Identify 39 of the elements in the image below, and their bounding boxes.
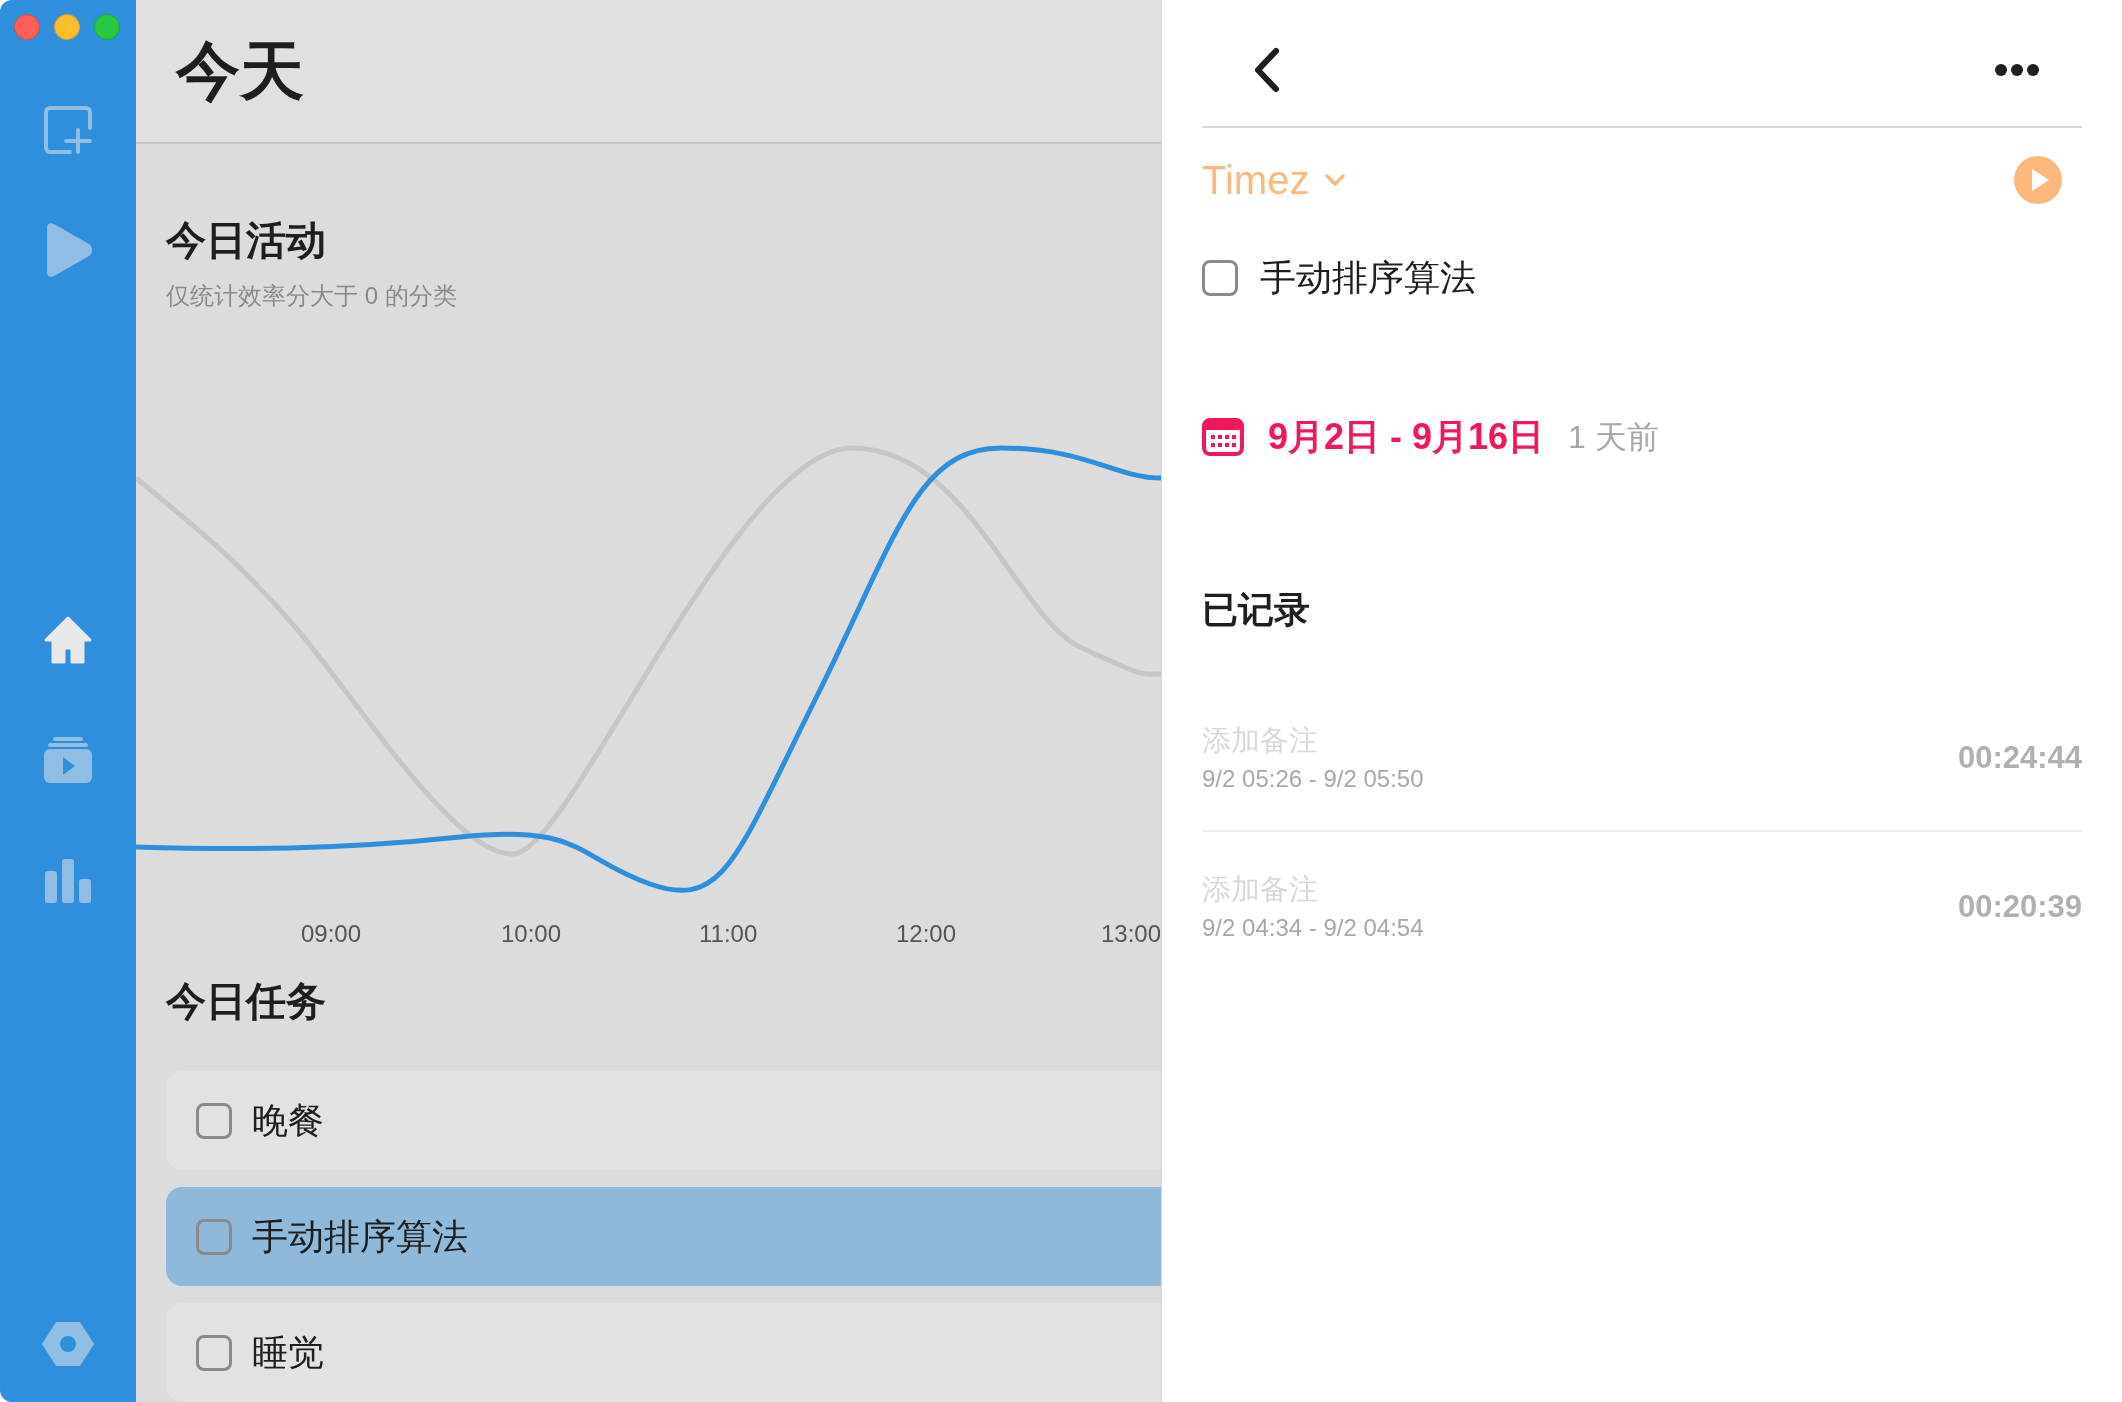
play-button[interactable] [2014,156,2062,204]
date-range[interactable]: 9月2日 - 9月16日 [1268,419,1545,455]
task-title: 手动排序算法 [1260,260,1476,296]
checkbox[interactable] [196,1102,232,1139]
checkbox[interactable] [196,1218,232,1255]
back-icon[interactable] [1252,47,1280,93]
axis-label: 10:00 [501,922,562,946]
checkbox[interactable] [1202,260,1238,296]
task-title: 睡觉 [252,1334,324,1371]
chevron-down-icon [1325,174,1346,186]
axis-label: 13:00 [1100,922,1161,946]
axis-label: 11:00 [699,922,758,946]
checkbox[interactable] [196,1334,232,1371]
task-row[interactable]: 手动排序算法 [166,1187,1161,1286]
time-range: 9/2 05:26 - 9/2 05:50 [1202,766,1425,791]
section-title: 今日任务 [166,981,327,1021]
minimize-window-button[interactable] [54,14,80,40]
section-title: 今日活动 [166,220,327,260]
add-task-icon[interactable] [42,104,94,156]
record-duration: 00:24:44 [1957,741,2082,773]
zoom-window-button[interactable] [94,14,120,40]
close-window-button[interactable] [14,14,40,40]
media-library-icon[interactable] [43,735,93,785]
more-icon[interactable] [1994,63,2040,77]
home-icon[interactable] [43,616,93,664]
relative-time: 1 天前 [1568,421,1659,453]
task-row[interactable]: 晚餐 [166,1071,1161,1170]
section-title: 已记录 [1202,592,1311,628]
axis-label: 09:00 [301,922,362,946]
task-title: 手动排序算法 [252,1218,468,1255]
section-subtitle: 仅统计效率分大于 0 的分类 [166,284,458,308]
settings-icon[interactable] [41,1320,95,1368]
axis-label: 12:00 [896,922,957,946]
time-range: 9/2 04:34 - 9/2 04:54 [1202,915,1425,940]
task-title: 晚餐 [252,1102,324,1139]
record-duration: 00:20:39 [1957,890,2082,922]
task-row[interactable]: 睡觉 [166,1303,1161,1402]
calendar-icon [1202,418,1244,456]
page-title: 今天 [176,39,304,103]
